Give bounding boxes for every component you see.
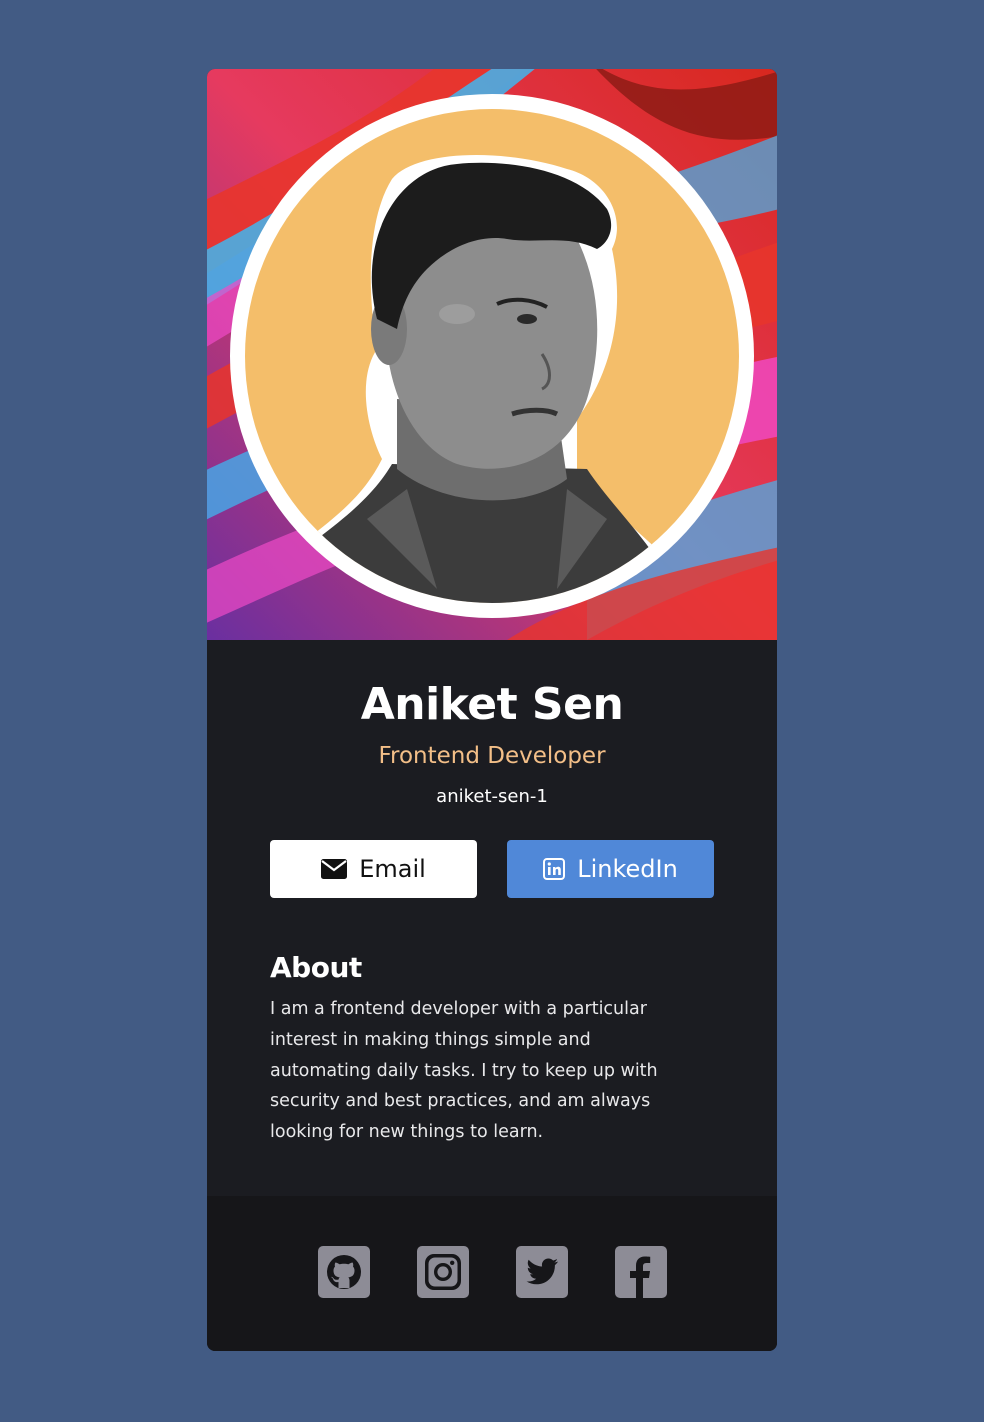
about-heading: About [270, 951, 362, 984]
linkedin-button[interactable]: LinkedIn [507, 840, 714, 898]
social-footer [207, 1196, 777, 1351]
about-text: I am a frontend developer with a particu… [270, 999, 658, 1143]
twitter-icon[interactable] [516, 1246, 568, 1298]
linkedin-icon [543, 858, 566, 880]
profile-card: Aniket Sen Frontend Developer aniket-sen… [207, 69, 777, 1351]
envelope-icon [321, 859, 348, 879]
header-background [207, 69, 777, 640]
profile-header [207, 69, 777, 640]
email-button-label: Email [359, 855, 426, 883]
profile-name: Aniket Sen [360, 679, 624, 730]
linkedin-button-label: LinkedIn [577, 855, 678, 883]
profile-info: Aniket Sen Frontend Developer aniket-sen… [207, 640, 777, 1196]
github-icon[interactable] [318, 1246, 370, 1298]
facebook-icon[interactable] [615, 1246, 667, 1298]
profile-role: Frontend Developer [378, 743, 606, 769]
email-button[interactable]: Email [270, 840, 477, 898]
profile-handle: aniket-sen-1 [436, 786, 548, 807]
instagram-icon[interactable] [417, 1246, 469, 1298]
